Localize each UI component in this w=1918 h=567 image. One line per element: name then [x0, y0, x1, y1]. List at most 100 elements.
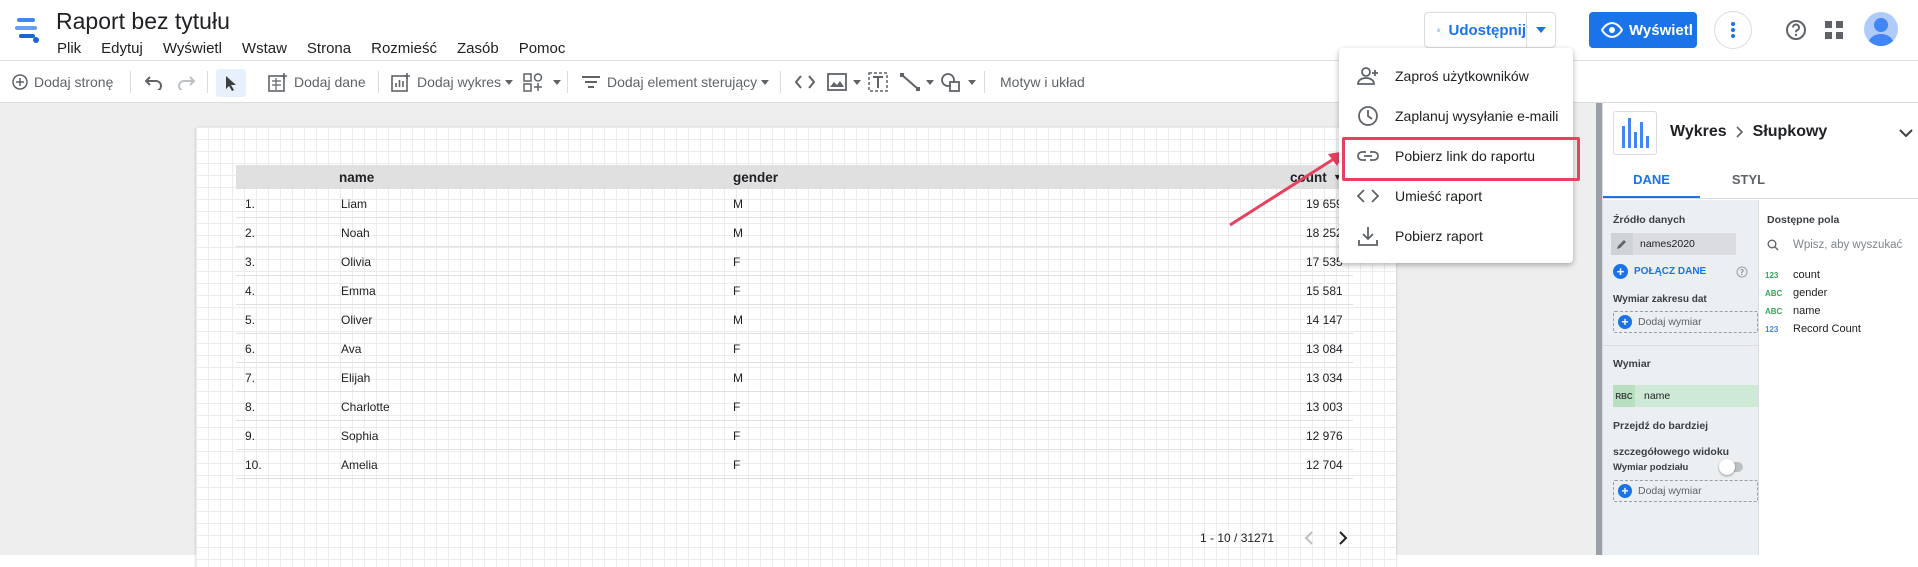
column-header-gender[interactable]: gender	[733, 170, 778, 185]
data-source-label: Źródło danych	[1613, 214, 1686, 226]
cell-gender: M	[733, 313, 743, 327]
menu-file[interactable]: Plik	[57, 40, 81, 57]
table-row[interactable]: 1. Liam M 19 659	[236, 189, 1353, 218]
menu-item-embed-report[interactable]: Umieść raport	[1339, 176, 1573, 216]
embed-code-icon	[1357, 189, 1379, 203]
table-row[interactable]: 4. Emma F 15 581	[236, 276, 1353, 305]
bar-chart-icon[interactable]	[1613, 111, 1657, 155]
view-label: Wyświetl	[1629, 21, 1693, 39]
chevron-left-icon[interactable]	[1304, 531, 1314, 545]
menu-arrange[interactable]: Rozmieść	[371, 40, 437, 57]
add-date-dimension-button[interactable]: + Dodaj wymiar	[1613, 311, 1758, 333]
table-row[interactable]: 7. Elijah M 13 034	[236, 363, 1353, 392]
row-index: 10.	[245, 458, 262, 472]
menu-item-schedule-email[interactable]: Zaplanuj wysyłanie e-maili	[1339, 96, 1573, 136]
data-table[interactable]: name gender count ▼ 1. Liam M 19 659 2. …	[236, 165, 1353, 479]
cell-name: Charlotte	[341, 400, 390, 414]
field-search-input[interactable]: Wpisz, aby wyszukać	[1793, 239, 1902, 251]
cell-count: 12 976	[1306, 429, 1343, 443]
toolbar-divider	[130, 71, 131, 93]
menu-item-invite-users[interactable]: Zaproś użytkowników	[1339, 56, 1573, 96]
menu-view[interactable]: Wyświetl	[163, 40, 222, 57]
clock-icon	[1358, 106, 1378, 126]
edit-pencil-icon[interactable]	[1611, 233, 1633, 255]
toolbar-divider	[984, 71, 985, 93]
data-source-chip[interactable]: names2020	[1611, 233, 1736, 255]
view-button[interactable]: Wyświetl	[1589, 12, 1697, 48]
field-search[interactable]: Wpisz, aby wyszukać	[1759, 234, 1918, 256]
line-button[interactable]	[900, 61, 940, 103]
add-component-button[interactable]	[523, 61, 567, 103]
text-button[interactable]	[868, 61, 894, 103]
menu-insert[interactable]: Wstaw	[242, 40, 287, 57]
panel-tabs: DANE STYL	[1603, 161, 1918, 199]
help-button[interactable]	[1784, 18, 1808, 42]
person-add-icon	[1357, 67, 1378, 85]
undo-button[interactable]	[145, 61, 169, 103]
eye-icon	[1601, 22, 1623, 38]
drill-down-toggle[interactable]	[1719, 459, 1743, 475]
avatar[interactable]	[1864, 12, 1898, 46]
menu-item-download-report[interactable]: Pobierz raport	[1339, 216, 1573, 256]
toolbar-divider	[780, 71, 781, 93]
menu-help[interactable]: Pomoc	[519, 40, 566, 57]
add-control-button[interactable]: Dodaj element sterujący	[581, 61, 775, 103]
caret-down-icon	[926, 79, 934, 85]
field-item[interactable]: ABC gender	[1765, 284, 1827, 302]
image-button[interactable]	[827, 61, 867, 103]
chevron-right-icon[interactable]	[1338, 531, 1348, 545]
row-index: 2.	[245, 226, 256, 240]
tab-style[interactable]: STYL	[1700, 161, 1797, 198]
table-row[interactable]: 3. Olivia F 17 535	[236, 247, 1353, 276]
redo-button[interactable]	[177, 61, 201, 103]
share-button[interactable]: Udostępnij	[1425, 13, 1527, 47]
apps-button[interactable]	[1822, 18, 1846, 42]
report-title[interactable]: Raport bez tytułu	[56, 8, 230, 35]
add-page-button[interactable]: Dodaj stronę	[12, 61, 113, 103]
redo-icon	[178, 76, 195, 90]
breakdown-label: Wymiar podziału	[1613, 462, 1689, 473]
table-row[interactable]: 6. Ava F 13 084	[236, 334, 1353, 363]
report-canvas[interactable]: name gender count ▼ 1. Liam M 19 659 2. …	[196, 127, 1396, 567]
theme-layout-button[interactable]: Motyw i układ	[1000, 61, 1085, 103]
date-range-label: Wymiar zakresu dat	[1613, 294, 1707, 305]
menu-item-get-report-link[interactable]: Pobierz link do raportu	[1339, 136, 1580, 181]
field-item[interactable]: 123 Record Count	[1765, 320, 1861, 338]
cell-name: Oliver	[341, 313, 373, 327]
cell-count: 13 034	[1306, 371, 1343, 385]
menu-page[interactable]: Strona	[307, 40, 351, 57]
add-data-button[interactable]: Dodaj dane	[268, 61, 366, 103]
shape-button[interactable]	[940, 61, 982, 103]
column-header-name[interactable]: name	[339, 170, 374, 185]
share-dropdown-button[interactable]	[1527, 27, 1555, 33]
add-breakdown-dimension-button[interactable]: + Dodaj wymiar	[1613, 480, 1758, 502]
table-row[interactable]: 9. Sophia F 12 976	[236, 421, 1353, 450]
add-chart-label: Dodaj wykres	[417, 74, 502, 90]
embed-url-button[interactable]	[795, 61, 821, 103]
more-options-button[interactable]	[1714, 11, 1752, 49]
add-chart-button[interactable]: Dodaj wykres	[391, 61, 519, 103]
tab-data[interactable]: DANE	[1603, 161, 1700, 198]
svg-text:?: ?	[1740, 268, 1745, 277]
menu-item-label: Zaplanuj wysyłanie e-maili	[1395, 108, 1559, 124]
dimension-chip[interactable]: RBC name	[1613, 385, 1758, 407]
share-dropdown-menu: Zaproś użytkowników Zaplanuj wysyłanie e…	[1339, 48, 1580, 263]
menu-edit[interactable]: Edytuj	[101, 40, 143, 57]
user-avatar-icon	[1867, 18, 1895, 46]
connect-data-button[interactable]: + POŁĄCZ DANE ?	[1613, 264, 1748, 279]
chevron-down-icon[interactable]	[1899, 129, 1913, 138]
dimension-name: name	[1644, 390, 1671, 402]
table-row[interactable]: 10. Amelia F 12 704	[236, 450, 1353, 479]
toolbar-divider	[378, 71, 379, 93]
cell-name: Noah	[341, 226, 370, 240]
select-tool-button[interactable]	[216, 69, 246, 97]
table-row[interactable]: 5. Oliver M 14 147	[236, 305, 1353, 334]
table-row[interactable]: 2. Noah M 18 252	[236, 218, 1353, 247]
help-icon[interactable]: ?	[1736, 266, 1748, 278]
field-item[interactable]: ABC name	[1765, 302, 1821, 320]
table-row[interactable]: 8. Charlotte F 13 003	[236, 392, 1353, 421]
add-circle-icon: +	[1618, 315, 1632, 329]
menu-resource[interactable]: Zasób	[457, 40, 499, 57]
field-item[interactable]: 123 count	[1765, 266, 1820, 284]
apps-grid-icon	[1825, 21, 1843, 39]
